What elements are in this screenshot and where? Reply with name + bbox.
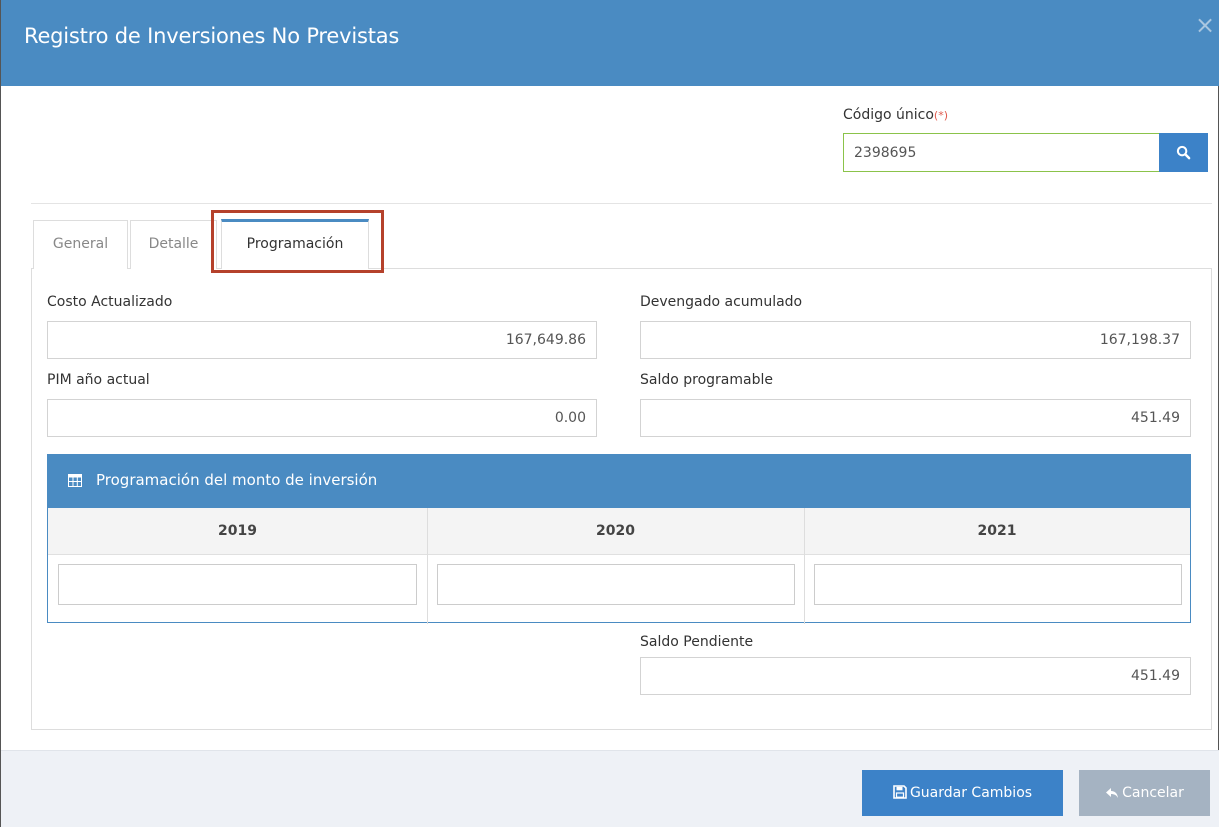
pim-anio-actual-field[interactable]: 0.00 [47, 399, 597, 437]
saldo-programable-field[interactable]: 451.49 [640, 399, 1191, 437]
floppy-disk-icon [893, 785, 907, 799]
programacion-title: Programación del monto de inversión [96, 471, 378, 489]
save-button-label: Guardar Cambios [909, 785, 1033, 801]
tab-general[interactable]: General [33, 220, 128, 269]
costo-actualizado-field[interactable]: 167,649.86 [47, 321, 597, 359]
codigo-label-text: Código único [843, 107, 934, 123]
divider [31, 203, 1212, 204]
modal-header: Registro de Inversiones No Previstas × [1, 0, 1219, 86]
table-icon [68, 474, 82, 487]
tab-highlight-box [211, 210, 384, 273]
modal-title: Registro de Inversiones No Previstas [24, 24, 400, 48]
pim-anio-actual-label: PIM año actual [47, 372, 150, 388]
year-header-row: 2019 2020 2021 [48, 508, 1190, 555]
cancel-button-label: Cancelar [1122, 785, 1184, 801]
column-divider [804, 508, 805, 624]
codigo-label: Código único(*) [843, 107, 948, 123]
saldo-pendiente-label: Saldo Pendiente [640, 634, 754, 650]
devengado-acumulado-field[interactable]: 167,198.37 [640, 321, 1191, 359]
programacion-header: Programación del monto de inversión [48, 455, 1190, 508]
search-icon [1176, 145, 1191, 160]
reply-arrow-icon [1106, 788, 1119, 798]
year-2020-input[interactable] [437, 564, 795, 605]
cancel-button[interactable]: Cancelar [1079, 770, 1210, 816]
column-divider [427, 508, 428, 624]
required-mark: (*) [933, 109, 949, 122]
costo-actualizado-label: Costo Actualizado [47, 294, 173, 310]
search-button[interactable] [1159, 133, 1208, 172]
programacion-panel: Programación del monto de inversión 2019… [47, 454, 1191, 624]
saldo-programable-label: Saldo programable [640, 372, 773, 388]
devengado-acumulado-label: Devengado acumulado [640, 294, 803, 310]
tab-detalle[interactable]: Detalle [130, 220, 217, 269]
modal-dialog: Registro de Inversiones No Previstas × C… [0, 0, 1219, 827]
year-header-2021: 2021 [977, 523, 1017, 539]
year-header-2019: 2019 [218, 523, 257, 539]
year-2021-input[interactable] [814, 564, 1182, 605]
save-button[interactable]: Guardar Cambios [862, 770, 1063, 816]
saldo-pendiente-field[interactable]: 451.49 [640, 657, 1191, 695]
year-2019-input[interactable] [58, 564, 417, 605]
close-icon[interactable]: × [1194, 13, 1216, 37]
codigo-input[interactable] [843, 133, 1160, 172]
year-header-2020: 2020 [596, 523, 635, 539]
